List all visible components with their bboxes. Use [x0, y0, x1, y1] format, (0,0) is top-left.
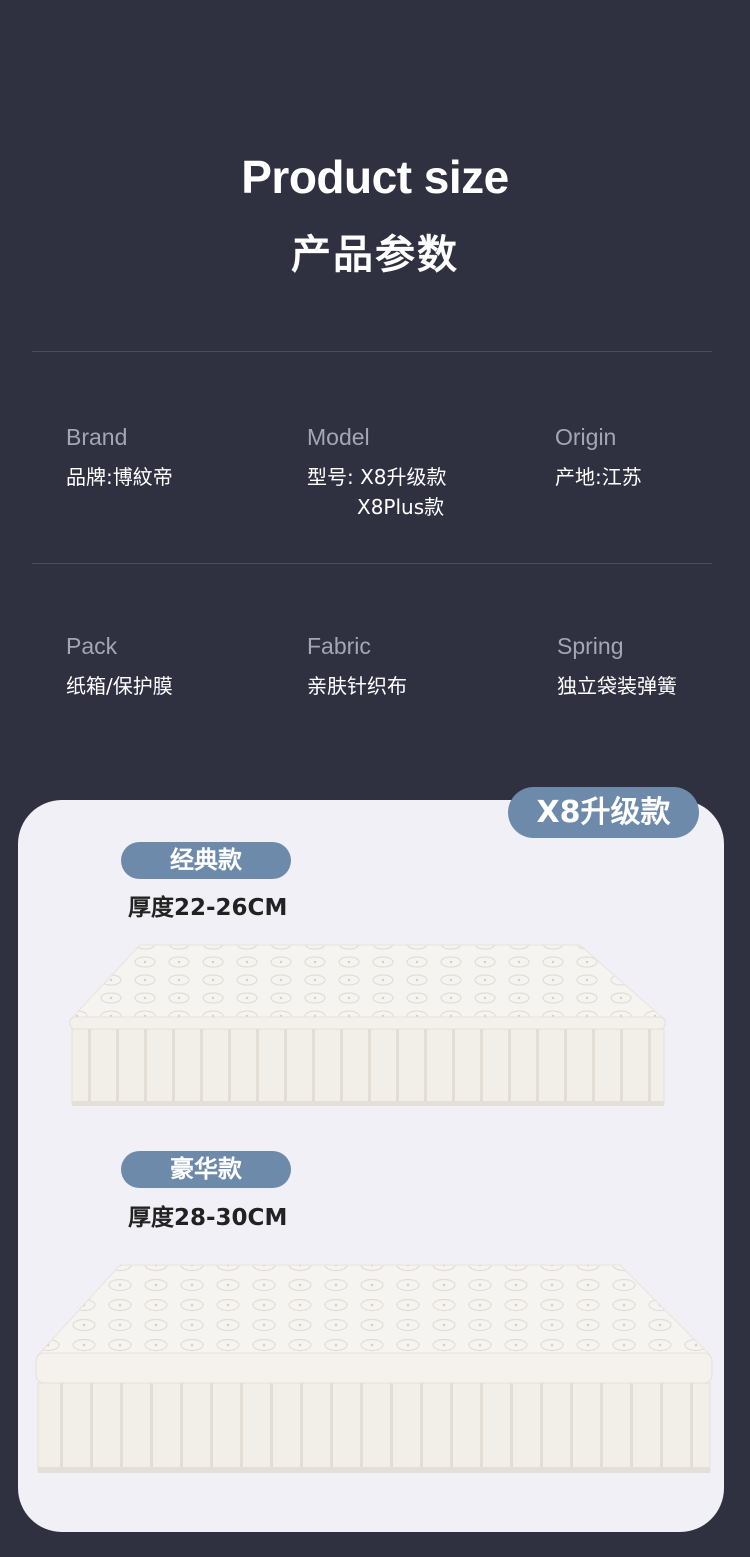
spec-row-1: Brand 品牌:博紋帝 Model 型号: X8升级款 X8Plus款 Ori… [0, 422, 750, 542]
spec-spring-label: Spring [557, 633, 624, 659]
page-title-en: Product size [241, 151, 509, 203]
spec-pack-label: Pack [66, 633, 118, 659]
spec-model: Model 型号: X8升级款 X8Plus款 [307, 422, 447, 522]
divider [32, 351, 712, 352]
spec-origin: Origin 产地:江苏 [555, 422, 642, 492]
spec-spring: Spring 独立袋装弹簧 [557, 631, 677, 701]
spec-pack: Pack 纸箱/保护膜 [66, 631, 173, 701]
spec-origin-value: 产地:江苏 [555, 465, 642, 489]
page-title-cn: 产品参数 [291, 232, 459, 278]
variant-deluxe-thickness: 厚度28-30CM [128, 1205, 288, 1231]
mattress-deluxe-image [35, 1264, 713, 1473]
variant-deluxe-badge: 豪华款 [121, 1151, 291, 1188]
variant-classic-thickness: 厚度22-26CM [128, 895, 288, 921]
spec-origin-label: Origin [555, 424, 617, 450]
spec-model-value-line2: X8Plus款 [357, 495, 445, 519]
spec-fabric-value: 亲肤针织布 [307, 674, 407, 698]
mattress-classic-image [68, 944, 667, 1106]
spec-model-label: Model [307, 424, 370, 450]
spec-row-2: Pack 纸箱/保护膜 Fabric 亲肤针织布 Spring 独立袋装弹簧 [0, 631, 750, 751]
spec-brand-label: Brand [66, 424, 128, 450]
divider [32, 563, 712, 564]
variant-classic-badge: 经典款 [121, 842, 291, 879]
spec-brand-value: 品牌:博紋帝 [66, 465, 173, 489]
model-badge: X8升级款 [508, 787, 699, 838]
spec-fabric: Fabric 亲肤针织布 [307, 631, 407, 701]
spec-model-value: 型号: X8升级款 X8Plus款 [307, 462, 447, 522]
spec-pack-value: 纸箱/保护膜 [66, 674, 173, 698]
spec-brand: Brand 品牌:博紋帝 [66, 422, 173, 492]
spec-model-value-line1: 型号: X8升级款 [307, 465, 447, 489]
spec-spring-value: 独立袋装弹簧 [557, 674, 677, 698]
spec-fabric-label: Fabric [307, 633, 371, 659]
